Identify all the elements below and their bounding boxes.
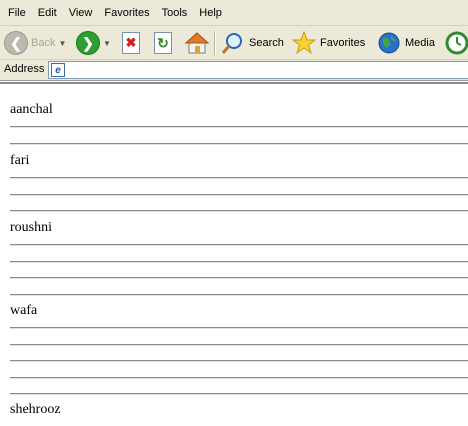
home-button[interactable] [184,28,210,58]
stop-button[interactable]: ✖ [122,28,140,58]
rule-line [10,377,468,379]
menu-edit[interactable]: Edit [32,0,63,26]
search-button[interactable]: Search [220,28,284,58]
entry-name: roushni [10,220,52,235]
address-label: Address [4,63,45,75]
menu-view[interactable]: View [63,0,99,26]
rule-line [10,360,468,362]
forward-arrow-icon: ❯ [76,31,100,55]
back-dropdown-icon[interactable]: ▼ [58,39,66,48]
toolbar: ❮ Back ▼ ❯ ▼ ✖ ↻ Search Favorites Media [0,26,468,60]
forward-dropdown-icon[interactable]: ▼ [103,39,111,48]
menu-tools[interactable]: Tools [156,0,194,26]
menu-file[interactable]: File [2,0,32,26]
address-input[interactable]: e [48,61,468,79]
rule-line [10,210,468,212]
favorites-label: Favorites [320,37,366,49]
menu-help[interactable]: Help [193,0,228,26]
search-icon [221,33,242,54]
ie-page-icon: e [51,63,65,77]
rule-line [10,327,468,329]
back-button[interactable]: ❮ Back ▼ [4,28,66,58]
rule-line [10,277,468,279]
refresh-button[interactable]: ↻ [154,28,172,58]
rule-line [10,126,468,128]
content-top-border [0,82,468,84]
rule-line [10,194,468,196]
history-button[interactable] [444,28,468,58]
favorites-button[interactable]: Favorites [291,28,365,58]
media-label: Media [405,37,435,49]
rule-line [10,244,468,246]
star-icon [291,30,317,55]
media-button[interactable]: Media [376,28,435,58]
address-bar: Address e [0,60,468,81]
rule-line [10,177,468,179]
rule-line [10,393,468,395]
rule-line [10,344,468,346]
back-label: Back [31,37,56,49]
stop-icon: ✖ [122,32,140,54]
rule-line [10,294,468,296]
menu-bar: File Edit View Favorites Tools Help [0,0,468,26]
search-label: Search [249,37,284,49]
rule-line [10,143,468,145]
entry-name: wafa [10,303,38,318]
forward-button[interactable]: ❯ ▼ [76,28,111,58]
entry-name: aanchal [10,102,53,117]
home-icon [184,32,210,54]
refresh-icon: ↻ [154,32,172,54]
history-icon [445,31,468,55]
entry-name: fari [10,153,30,168]
menu-favorites[interactable]: Favorites [98,0,155,26]
rule-line [10,261,468,263]
media-globe-icon [378,32,400,54]
back-arrow-icon: ❮ [4,31,28,55]
toolbar-separator [214,31,216,55]
entry-name: shehrooz [10,402,61,417]
